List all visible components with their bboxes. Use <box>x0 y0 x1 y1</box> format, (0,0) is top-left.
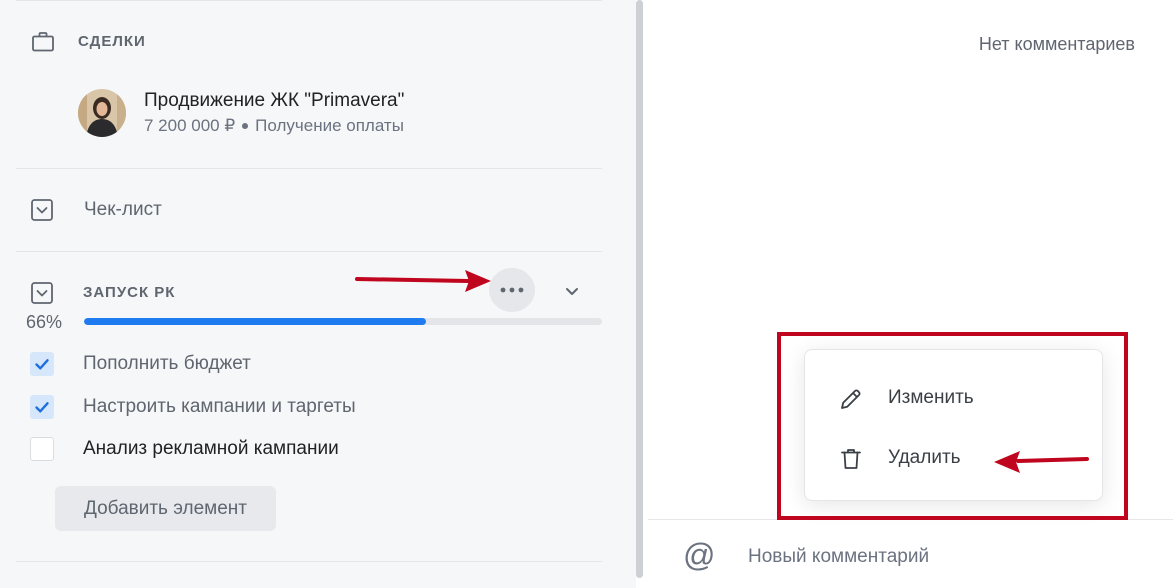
pencil-icon <box>838 386 864 417</box>
comment-divider <box>648 519 1173 520</box>
checklist-item-label: Настроить кампании и таргеты <box>83 396 356 417</box>
deal-amount: 7 200 000 ₽ <box>144 116 236 135</box>
chevron-down-icon[interactable] <box>563 282 581 305</box>
checklist-item[interactable]: Пополнить бюджет <box>30 352 590 376</box>
deal-title[interactable]: Продвижение ЖК "Primavera" <box>144 90 404 112</box>
checkmark-icon <box>35 402 49 413</box>
more-dots-icon <box>500 287 524 293</box>
context-menu: Изменить Удалить <box>804 349 1103 501</box>
checklist-icon[interactable] <box>30 198 54 227</box>
checklist-item[interactable]: Анализ рекламной кампании <box>30 437 590 461</box>
checklist-item[interactable]: Настроить кампании и таргеты <box>30 395 590 419</box>
add-element-button[interactable]: Добавить элемент <box>55 486 276 531</box>
no-comments-text: Нет комментариев <box>978 34 1135 54</box>
more-options-button[interactable] <box>489 268 535 312</box>
edit-label: Изменить <box>888 387 974 408</box>
checkbox-checked[interactable] <box>30 395 54 419</box>
briefcase-icon <box>31 30 55 59</box>
checklist-item-label: Пополнить бюджет <box>83 353 251 374</box>
progress-bar <box>84 318 602 325</box>
checklist-item-label: Анализ рекламной кампании <box>83 438 339 459</box>
checklist-add-label[interactable]: Чек-лист <box>84 199 162 221</box>
task-group-icon[interactable] <box>30 281 54 310</box>
delete-menu-item[interactable]: Удалить <box>805 432 1104 484</box>
checkbox-checked[interactable] <box>30 352 54 376</box>
deals-heading: СДЕЛКИ <box>78 33 146 50</box>
top-divider <box>16 0 602 1</box>
progress-percent: 66% <box>26 312 63 332</box>
deal-avatar[interactable] <box>78 89 126 137</box>
deal-stage: Получение оплаты <box>255 116 404 135</box>
deal-meta: 7 200 000 ₽ Получение оплаты <box>144 116 404 136</box>
checkmark-icon <box>35 359 49 370</box>
task-group-title: ЗАПУСК РК <box>83 284 176 301</box>
delete-label: Удалить <box>888 447 961 468</box>
trash-icon <box>838 446 864 477</box>
checkbox-unchecked[interactable] <box>30 437 54 461</box>
bottom-divider <box>16 561 602 562</box>
deals-divider <box>16 168 602 169</box>
checklist-divider <box>16 251 602 252</box>
scrollbar[interactable] <box>636 0 643 578</box>
left-panel: СДЕЛКИ Продвижение ЖК "Primavera" 7 200 … <box>0 0 636 588</box>
new-comment-input[interactable] <box>748 540 1148 574</box>
progress-fill <box>84 318 426 325</box>
edit-menu-item[interactable]: Изменить <box>805 372 1104 424</box>
mention-icon[interactable]: @ <box>683 537 715 574</box>
separator-dot <box>242 122 249 129</box>
